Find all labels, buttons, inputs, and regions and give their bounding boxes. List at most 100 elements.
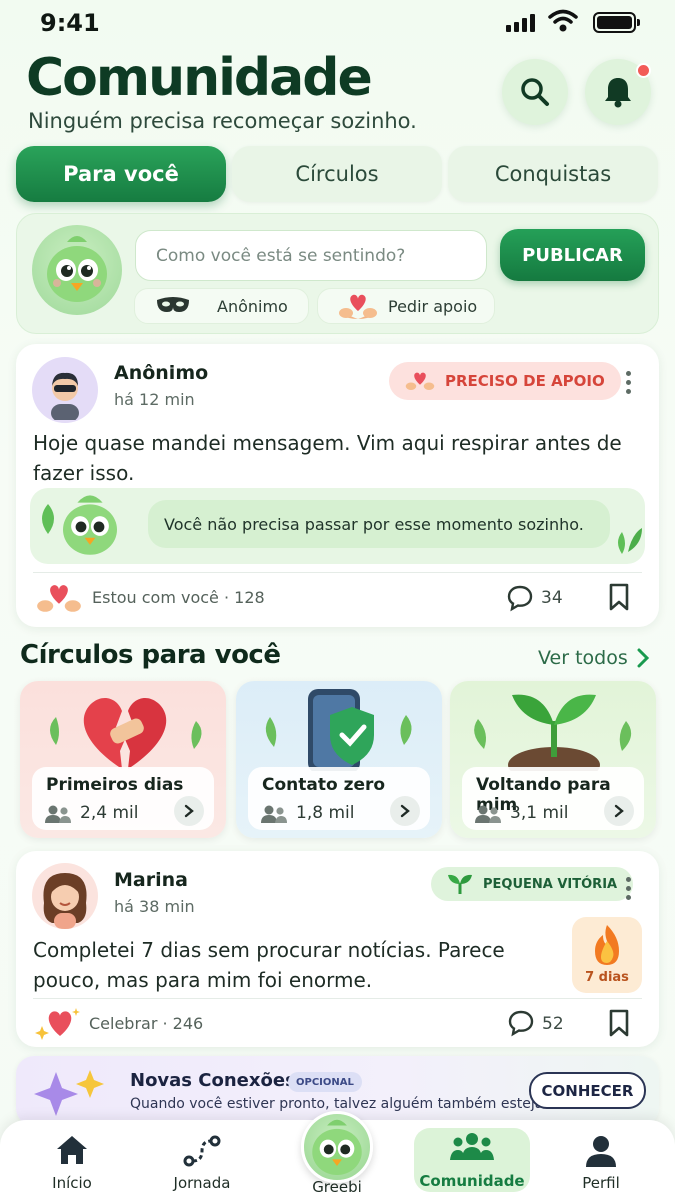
need-support-badge: PRECISO DE APOIO [389,362,621,400]
circle-members: 2,4 mil [80,803,139,823]
search-button[interactable] [502,59,568,125]
cellular-signal-icon [506,14,535,32]
nav-label: Perfil [582,1174,620,1192]
see-all-link[interactable]: Ver todos [538,647,650,669]
greebi-avatar [52,490,128,562]
nav-comunidade[interactable]: Comunidade [414,1128,530,1192]
reaction-label[interactable]: Estou com você · 128 [92,588,265,607]
notification-badge [636,63,651,78]
tab-conquistas[interactable]: Conquistas [448,146,658,202]
bookmark-icon[interactable] [608,1008,630,1038]
circle-card[interactable]: Voltando para mim 3,1 mil [450,681,656,838]
marina-avatar [32,863,98,929]
greebi-message: Você não precisa passar por esse momento… [148,500,610,548]
people-icon [261,805,287,823]
feeling-input[interactable]: Como você está se sentindo? [135,230,487,281]
post-author: Marina [114,869,188,891]
anonymous-toggle[interactable]: Anônimo [134,288,309,324]
nav-label: Início [52,1174,92,1192]
post-composer: Como você está se sentindo? PUBLICAR Anô… [16,213,659,334]
anonymous-label: Anônimo [217,296,288,316]
badge-label: PRECISO DE APOIO [445,372,605,390]
streak-label: 7 dias [585,970,629,985]
badge-label: PEQUENA VITÓRIA [483,876,618,892]
greebi-nav-button[interactable] [301,1111,373,1183]
comment-count: 34 [541,588,563,608]
tab-circulos[interactable]: Círculos [232,146,442,202]
battery-icon [593,12,640,33]
circle-info: Voltando para mim 3,1 mil [462,767,644,830]
circle-open-button[interactable] [390,796,420,826]
sprout-icon [474,694,632,771]
post-card: Anônimo há 12 min PRECISO DE APOIO Hoje … [16,344,659,627]
status-bar: 9:41 [0,0,675,50]
divider [33,572,642,573]
circle-members: 1,8 mil [296,803,355,823]
new-connections-title: Novas Conexões [130,1070,296,1091]
nav-jornada[interactable]: Jornada [142,1130,262,1194]
feed-tabs: Para você Círculos Conquistas [16,146,658,202]
page-title: Comunidade [26,48,373,108]
chevron-right-icon [400,804,410,818]
comment-icon[interactable] [506,584,534,612]
bookmark-icon[interactable] [608,582,630,612]
search-icon [521,78,549,106]
circle-info: Primeiros dias 2,4 mil [32,767,214,830]
leaf-icon [618,528,642,554]
shield-phone-icon [265,689,412,771]
comment-icon[interactable] [507,1009,535,1037]
circles-section-title: Círculos para você [20,640,281,670]
people-icon [45,805,71,823]
fire-icon [595,925,619,965]
post-time: há 12 min [114,390,195,409]
greebi-reply: Você não precisa passar por esse momento… [30,488,645,564]
people-icon [475,805,501,823]
circle-members: 3,1 mil [510,803,569,823]
meet-button[interactable]: CONHECER [529,1072,646,1109]
more-options-icon[interactable] [624,877,632,900]
broken-heart-icon [50,697,202,769]
comment-count: 52 [542,1014,564,1034]
tab-para-voce[interactable]: Para você [16,146,226,202]
greebi-mascot-icon [47,236,107,302]
more-options-icon[interactable] [624,371,632,394]
journey-path-icon [183,1135,221,1167]
greebi-mascot-icon [312,1119,362,1176]
see-all-label: Ver todos [538,647,628,669]
optional-tag: OPCIONAL [288,1072,362,1092]
heart-hands-icon [339,294,377,319]
anonymous-avatar [32,357,98,423]
support-label: Pedir apoio [388,296,478,316]
circle-open-button[interactable] [604,796,634,826]
profile-icon [586,1136,616,1167]
streak-badge: 7 dias [572,917,642,993]
small-victory-badge: PEQUENA VITÓRIA [431,867,634,901]
circle-name: Primeiros dias [46,775,184,795]
greebi-avatar [32,225,122,315]
circle-card[interactable]: Primeiros dias 2,4 mil [20,681,226,838]
nav-label: Comunidade [419,1172,525,1190]
ask-support-chip[interactable]: Pedir apoio [317,288,495,324]
circle-card[interactable]: Contato zero 1,8 mil [236,681,442,838]
nav-inicio[interactable]: Início [12,1130,132,1194]
circle-info: Contato zero 1,8 mil [248,767,430,830]
divider [33,998,642,999]
nav-perfil[interactable]: Perfil [541,1130,661,1194]
chevron-right-icon [637,648,649,668]
home-icon [57,1136,87,1164]
circle-open-button[interactable] [174,796,204,826]
publish-button[interactable]: PUBLICAR [500,229,645,281]
wifi-icon [548,9,578,32]
celebrate-reaction-icon[interactable] [34,1004,82,1046]
sprout-icon [448,874,472,894]
reaction-label[interactable]: Celebrar · 246 [89,1014,203,1033]
chevron-right-icon [184,804,194,818]
post-author: Anônimo [114,362,209,384]
nav-label: Jornada [173,1174,231,1192]
hug-reaction-icon[interactable] [36,580,82,620]
new-connections-subtitle: Quando você estiver pronto, talvez algué… [130,1096,548,1112]
status-time: 9:41 [40,9,100,37]
post-time: há 38 min [114,897,195,916]
heart-hands-icon [405,372,435,390]
page-subtitle: Ninguém precisa recomeçar sozinho. [28,109,417,133]
